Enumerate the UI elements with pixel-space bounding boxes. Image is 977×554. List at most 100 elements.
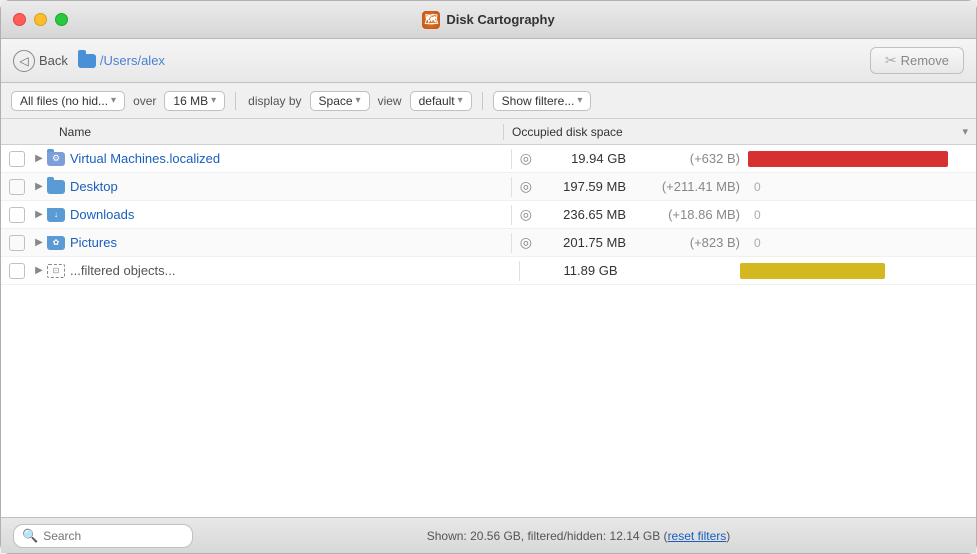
row-size-4: 201.75 MB <box>536 235 626 250</box>
row-checkbox-3[interactable] <box>9 207 25 223</box>
row-delta-2: (+211.41 MB) <box>630 179 740 194</box>
folder-badge-1: ⚙ <box>52 153 60 164</box>
filtered-icon: ⊡ <box>47 264 65 278</box>
app-title-text: Disk Cartography <box>446 12 554 27</box>
reset-filters-link[interactable]: reset filters <box>668 529 727 543</box>
radio-icon-3: ◎ <box>520 206 532 223</box>
display-filter-label: Space <box>319 94 353 108</box>
remove-icon: ✂ <box>885 52 897 69</box>
radio-icon-1: ◎ <box>520 150 532 167</box>
minimize-button[interactable] <box>34 13 47 26</box>
row-name-4[interactable]: Pictures <box>70 235 503 250</box>
folder-icon <box>78 54 96 68</box>
row-name-3[interactable]: Downloads <box>70 207 503 222</box>
path-display: /Users/alex <box>78 53 165 68</box>
view-filter-label: default <box>419 94 455 108</box>
separator-2 <box>482 92 483 110</box>
back-arrow-icon: ◁ <box>13 50 35 72</box>
titlebar: 🗺 Disk Cartography <box>1 1 976 39</box>
files-filter-label: All files (no hid... <box>20 94 108 108</box>
search-box[interactable]: 🔍 <box>13 524 193 548</box>
row-expand-1[interactable]: ▶ <box>31 151 47 167</box>
row-expand-5[interactable]: ▶ <box>31 263 47 279</box>
remove-button[interactable]: ✂ Remove <box>870 47 964 74</box>
files-filter-pill[interactable]: All files (no hid... ▾ <box>11 91 125 111</box>
folder-icon-2 <box>47 180 65 194</box>
row-sep-4 <box>511 233 512 253</box>
row-name-5: ...filtered objects... <box>70 263 511 278</box>
row-sep-2 <box>511 177 512 197</box>
back-button[interactable]: ◁ Back <box>13 50 68 72</box>
row-zero-4: 0 <box>754 236 761 250</box>
window-controls[interactable] <box>13 13 68 26</box>
row-bar-1 <box>748 151 948 167</box>
table-row: ▶ ↓ Downloads ◎ 236.65 MB (+18.86 MB) 0 <box>1 201 976 229</box>
view-filter-pill[interactable]: default ▾ <box>410 91 472 111</box>
row-delta-3: (+18.86 MB) <box>630 207 740 222</box>
remove-label: Remove <box>901 53 949 68</box>
status-suffix: ) <box>726 529 730 543</box>
display-by-label: display by <box>248 94 301 108</box>
row-bar-container-2: 0 <box>748 179 968 195</box>
folder-badge-4: ✿ <box>53 238 60 247</box>
row-checkbox-1[interactable] <box>9 151 25 167</box>
show-filter-label: Show filtere... <box>502 94 575 108</box>
show-filter-pill[interactable]: Show filtere... ▾ <box>493 91 592 111</box>
view-label: view <box>378 94 402 108</box>
row-checkbox-4[interactable] <box>9 235 25 251</box>
folder-icon-3: ↓ <box>47 208 65 222</box>
row-bar-container-5 <box>740 263 960 279</box>
row-delta-1: (+632 B) <box>630 151 740 166</box>
files-filter-chevron: ▾ <box>111 95 116 106</box>
row-sep-5 <box>519 261 520 281</box>
show-chevron: ▾ <box>577 95 582 106</box>
row-bar-5 <box>740 263 885 279</box>
folder-icon-4: ✿ <box>47 236 65 250</box>
row-bar-container-3: 0 <box>748 207 968 223</box>
size-filter-pill[interactable]: 16 MB ▾ <box>164 91 225 111</box>
bottombar: 🔍 Shown: 20.56 GB, filtered/hidden: 12.1… <box>1 517 976 553</box>
radio-icon-4: ◎ <box>520 234 532 251</box>
row-delta-4: (+823 B) <box>630 235 740 250</box>
row-checkbox-2[interactable] <box>9 179 25 195</box>
row-expand-2[interactable]: ▶ <box>31 179 47 195</box>
status-text: Shown: 20.56 GB, filtered/hidden: 12.14 … <box>193 529 964 543</box>
toolbar: ◁ Back /Users/alex ✂ Remove <box>1 39 976 83</box>
view-chevron: ▾ <box>458 95 463 106</box>
col-disk-header[interactable]: Occupied disk space <box>512 125 948 139</box>
row-expand-4[interactable]: ▶ <box>31 235 47 251</box>
app-title: 🗺 Disk Cartography <box>422 11 554 29</box>
table-row: ▶ ⊡ ...filtered objects... 11.89 GB <box>1 257 976 285</box>
row-name-1[interactable]: Virtual Machines.localized <box>70 151 503 166</box>
row-sep-3 <box>511 205 512 225</box>
row-bar-container-1 <box>748 151 968 167</box>
row-size-5: 11.89 GB <box>528 263 618 278</box>
row-bar-container-4: 0 <box>748 235 968 251</box>
filter-sym: ⊡ <box>53 266 60 275</box>
search-input[interactable] <box>43 529 173 543</box>
table-row: ▶ Desktop ◎ 197.59 MB (+211.41 MB) 0 <box>1 173 976 201</box>
close-button[interactable] <box>13 13 26 26</box>
table-row: ▶ ⚙ Virtual Machines.localized ◎ 19.94 G… <box>1 145 976 173</box>
sort-chevron[interactable]: ▾ <box>948 125 968 138</box>
radio-icon-2: ◎ <box>520 178 532 195</box>
table-header: Name Occupied disk space ▾ <box>1 119 976 145</box>
over-label: over <box>133 94 156 108</box>
table-row: ▶ ✿ Pictures ◎ 201.75 MB (+823 B) 0 <box>1 229 976 257</box>
size-chevron: ▾ <box>211 95 216 106</box>
status-prefix: Shown: 20.56 GB, filtered/hidden: 12.14 … <box>427 529 668 543</box>
display-chevron: ▾ <box>356 95 361 106</box>
row-checkbox-5[interactable] <box>9 263 25 279</box>
col-name-header[interactable]: Name <box>57 125 495 139</box>
table-body: ▶ ⚙ Virtual Machines.localized ◎ 19.94 G… <box>1 145 976 517</box>
display-filter-pill[interactable]: Space ▾ <box>310 91 370 111</box>
row-size-3: 236.65 MB <box>536 207 626 222</box>
row-expand-3[interactable]: ▶ <box>31 207 47 223</box>
row-name-2[interactable]: Desktop <box>70 179 503 194</box>
maximize-button[interactable] <box>55 13 68 26</box>
row-sep-1 <box>511 149 512 169</box>
row-size-2: 197.59 MB <box>536 179 626 194</box>
search-icon: 🔍 <box>22 528 38 544</box>
folder-icon-1: ⚙ <box>47 152 65 166</box>
folder-badge-3: ↓ <box>54 210 58 219</box>
